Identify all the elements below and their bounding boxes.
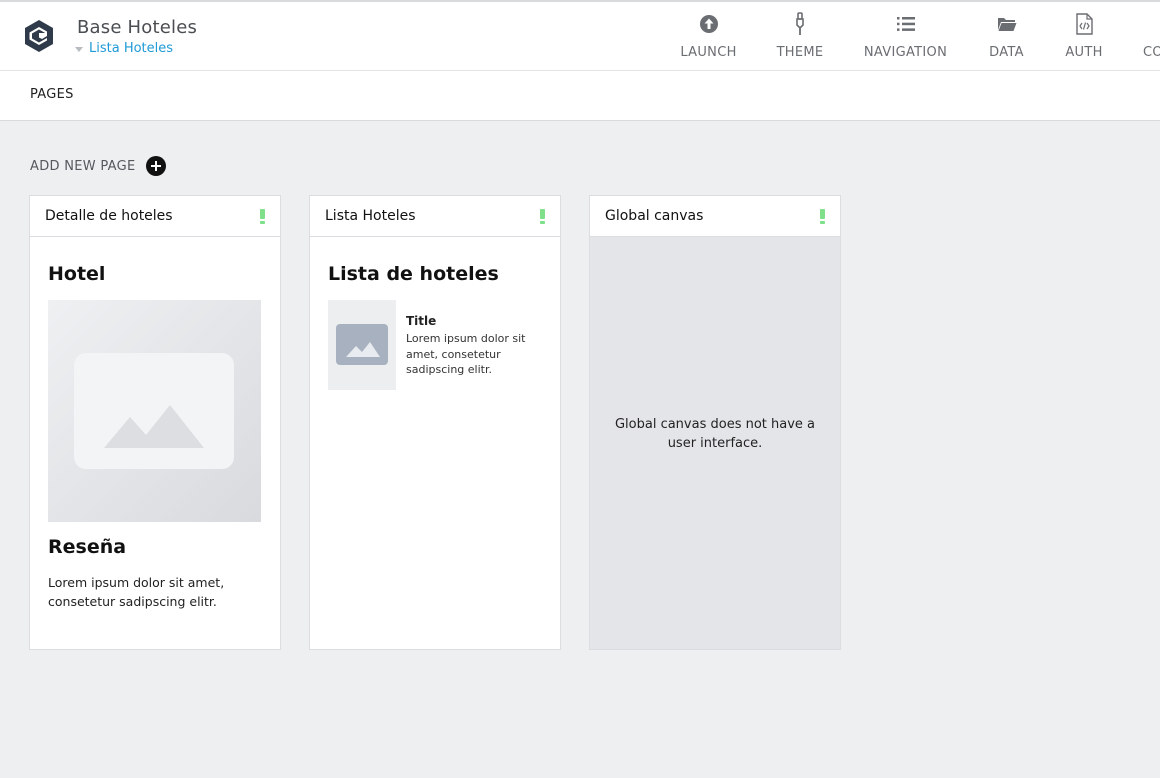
status-alert-icon [540,209,545,225]
nav-data-label: DATA [989,45,1024,60]
nav-auth-label: AUTH [1065,45,1103,60]
nav-auth[interactable]: AUTH [1065,12,1103,64]
nav-data[interactable]: DATA [988,12,1025,64]
add-new-page-label: ADD NEW PAGE [30,158,136,174]
status-alert-icon [820,209,825,225]
nav-theme[interactable]: THEME [777,12,823,64]
image-placeholder-icon [336,324,388,365]
list-item-thumbnail [328,300,396,390]
canvas-message: Global canvas does not have a user inter… [614,417,816,451]
preview-body: Lorem ipsum dolor sit amet, consetetur s… [48,575,225,609]
image-placeholder-icon [74,353,234,469]
status-alert-icon [260,209,265,225]
list-item-title: Title [406,314,437,328]
canvas-preview: Global canvas does not have a user inter… [590,237,840,649]
nav-navigation-label: NAVIGATION [863,45,948,60]
page-card-header: Detalle de hoteles [30,196,280,237]
nav-navigation[interactable]: NAVIGATION [863,12,948,64]
caret-down-icon [75,46,83,52]
launch-icon [699,12,719,36]
tab-pages[interactable]: PAGES [30,87,74,102]
page-card-detalle-de-hoteles[interactable]: Detalle de hoteles Hotel Reseña Lorem ip… [29,195,281,650]
pages-subbar: PAGES [0,71,1160,121]
nav-launch-label: LAUNCH [680,45,737,60]
brush-icon [793,12,807,36]
page-switcher[interactable]: Lista Hoteles [75,41,173,56]
nav-truncated[interactable]: CO [1143,12,1160,64]
app-logo[interactable] [22,19,56,53]
nav-theme-label: THEME [776,45,824,60]
page-card-title: Detalle de hoteles [45,208,173,224]
page-card-global-canvas[interactable]: Global canvas Global canvas does not hav… [589,195,841,650]
app-title: Base Hoteles [77,17,198,38]
page-card-title: Global canvas [605,208,704,224]
folder-icon [997,12,1017,36]
page-card-header: Global canvas [590,196,840,237]
add-new-page-button[interactable]: ADD NEW PAGE [30,156,166,176]
page-card-title: Lista Hoteles [325,208,416,224]
preview-heading: Reseña [48,536,127,558]
top-bar: Base Hoteles Lista Hoteles LAUNCH THEME [0,0,1160,71]
preview-title: Lista de hoteles [328,263,499,285]
list-item-body: Lorem ipsum dolor sit amet, consetetur s… [406,332,526,376]
list-icon [896,12,916,36]
nav-launch[interactable]: LAUNCH [680,12,737,64]
image-placeholder [48,300,261,522]
plus-circle-icon [145,156,166,176]
code-file-icon [1075,12,1093,36]
nav-truncated-label: CO [1143,45,1160,60]
current-page-label: Lista Hoteles [89,41,174,56]
page-card-header: Lista Hoteles [310,196,560,237]
preview-title: Hotel [48,263,106,285]
page-card-lista-hoteles[interactable]: Lista Hoteles Lista de hoteles Title Lor… [309,195,561,650]
